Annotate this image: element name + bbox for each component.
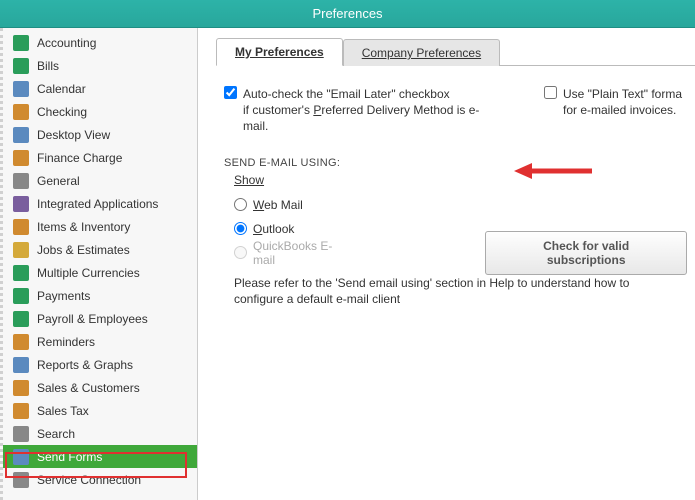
sidebar-item-icon bbox=[13, 35, 29, 51]
sidebar-item-sales-customers[interactable]: Sales & Customers bbox=[3, 376, 197, 399]
main-panel: My Preferences Company Preferences Auto-… bbox=[198, 28, 695, 500]
sidebar-item-label: General bbox=[37, 174, 191, 188]
sidebar-item-icon bbox=[13, 104, 29, 120]
radio-webmail[interactable]: Web Mail bbox=[234, 193, 687, 217]
sidebar-item-label: Payroll & Employees bbox=[37, 312, 191, 326]
sidebar-item-icon bbox=[13, 127, 29, 143]
sidebar-item-label: Calendar bbox=[37, 82, 191, 96]
sidebar-item-icon bbox=[13, 311, 29, 327]
auto-check-label: Auto-check the "Email Later" checkboxif … bbox=[243, 86, 484, 135]
sidebar-item-label: Reminders bbox=[37, 335, 191, 349]
send-email-group: Show Web Mail Outlook QuickBooks E-mail … bbox=[224, 173, 687, 309]
sidebar-item-multiple-currencies[interactable]: Multiple Currencies bbox=[3, 261, 197, 284]
sidebar-item-icon bbox=[13, 150, 29, 166]
sidebar-item-items-inventory[interactable]: Items & Inventory bbox=[3, 215, 197, 238]
sidebar-item-label: Bills bbox=[37, 59, 191, 73]
sidebar-item-search[interactable]: Search bbox=[3, 422, 197, 445]
radio-outlook-input[interactable] bbox=[234, 222, 247, 235]
sidebar-item-label: Jobs & Estimates bbox=[37, 243, 191, 257]
sidebar-item-icon bbox=[13, 265, 29, 281]
sidebar-item-label: Finance Charge bbox=[37, 151, 191, 165]
sidebar-item-label: Payments bbox=[37, 289, 191, 303]
sidebar-item-integrated-applications[interactable]: Integrated Applications bbox=[3, 192, 197, 215]
sidebar-item-label: Items & Inventory bbox=[37, 220, 191, 234]
radio-webmail-label: Web Mail bbox=[253, 198, 303, 212]
auto-check-checkbox[interactable] bbox=[224, 86, 237, 99]
sidebar-item-icon bbox=[13, 288, 29, 304]
sidebar-item-label: Accounting bbox=[37, 36, 191, 50]
sidebar-item-icon bbox=[13, 58, 29, 74]
sidebar-item-reports-graphs[interactable]: Reports & Graphs bbox=[3, 353, 197, 376]
sidebar-item-icon bbox=[13, 242, 29, 258]
radio-webmail-input[interactable] bbox=[234, 198, 247, 211]
sidebar-item-icon bbox=[13, 334, 29, 350]
radio-outlook-label: Outlook bbox=[253, 222, 294, 236]
panel-body: Auto-check the "Email Later" checkboxif … bbox=[216, 66, 695, 316]
sidebar-item-label: Desktop View bbox=[37, 128, 191, 142]
sidebar: Accounting Bills Calendar Checking Desktop V… bbox=[0, 28, 198, 500]
sidebar-item-icon bbox=[13, 426, 29, 442]
window-title: Preferences bbox=[0, 0, 695, 28]
help-text: Please refer to the 'Send email using' s… bbox=[234, 275, 654, 309]
sidebar-item-send-forms[interactable]: Send Forms bbox=[3, 445, 197, 468]
content-area: Accounting Bills Calendar Checking Desktop V… bbox=[0, 28, 695, 500]
sidebar-item-icon bbox=[13, 357, 29, 373]
check-subscriptions-button[interactable]: Check for valid subscriptions bbox=[485, 231, 687, 275]
sidebar-item-icon bbox=[13, 380, 29, 396]
sidebar-item-general[interactable]: General bbox=[3, 169, 197, 192]
plain-text-label: Use "Plain Text" formafor e-mailed invoi… bbox=[563, 86, 682, 118]
plain-text-checkbox[interactable] bbox=[544, 86, 557, 99]
sidebar-item-label: Sales & Customers bbox=[37, 381, 191, 395]
sidebar-item-label: Service Connection bbox=[37, 473, 191, 487]
sidebar-item-desktop-view[interactable]: Desktop View bbox=[3, 123, 197, 146]
sidebar-item-icon bbox=[13, 81, 29, 97]
tab-company-preferences[interactable]: Company Preferences bbox=[343, 39, 500, 66]
sidebar-item-label: Sales Tax bbox=[37, 404, 191, 418]
sidebar-item-icon bbox=[13, 449, 29, 465]
sidebar-item-payments[interactable]: Payments bbox=[3, 284, 197, 307]
sidebar-item-accounting[interactable]: Accounting bbox=[3, 31, 197, 54]
radio-quickbooks-email: QuickBooks E-mail Check for valid subscr… bbox=[234, 241, 687, 265]
tabs: My Preferences Company Preferences bbox=[216, 38, 695, 66]
sidebar-list[interactable]: Accounting Bills Calendar Checking Desktop V… bbox=[0, 28, 197, 500]
sidebar-item-service-connection[interactable]: Service Connection bbox=[3, 468, 197, 491]
sidebar-item-payroll-employees[interactable]: Payroll & Employees bbox=[3, 307, 197, 330]
sidebar-item-label: Reports & Graphs bbox=[37, 358, 191, 372]
send-email-using-label: SEND E-MAIL USING: bbox=[224, 157, 687, 169]
sidebar-item-label: Checking bbox=[37, 105, 191, 119]
radio-quickbooks-email-input bbox=[234, 246, 247, 259]
sidebar-item-checking[interactable]: Checking bbox=[3, 100, 197, 123]
sidebar-item-icon bbox=[13, 173, 29, 189]
sidebar-item-label: Multiple Currencies bbox=[37, 266, 191, 280]
tab-my-preferences[interactable]: My Preferences bbox=[216, 38, 343, 66]
sidebar-item-label: Integrated Applications bbox=[37, 197, 191, 211]
top-checkboxes: Auto-check the "Email Later" checkboxif … bbox=[224, 86, 687, 135]
sidebar-item-calendar[interactable]: Calendar bbox=[3, 77, 197, 100]
sidebar-item-jobs-estimates[interactable]: Jobs & Estimates bbox=[3, 238, 197, 261]
sidebar-item-reminders[interactable]: Reminders bbox=[3, 330, 197, 353]
sidebar-item-icon bbox=[13, 472, 29, 488]
sidebar-item-icon bbox=[13, 219, 29, 235]
radio-quickbooks-email-label: QuickBooks E-mail bbox=[253, 239, 349, 267]
sidebar-item-sales-tax[interactable]: Sales Tax bbox=[3, 399, 197, 422]
sidebar-item-icon bbox=[13, 403, 29, 419]
plain-text-option[interactable]: Use "Plain Text" formafor e-mailed invoi… bbox=[544, 86, 682, 118]
sidebar-item-finance-charge[interactable]: Finance Charge bbox=[3, 146, 197, 169]
sidebar-item-label: Send Forms bbox=[37, 450, 191, 464]
sidebar-item-bills[interactable]: Bills bbox=[3, 54, 197, 77]
sidebar-item-label: Search bbox=[37, 427, 191, 441]
sidebar-item-icon bbox=[13, 196, 29, 212]
auto-check-email-later[interactable]: Auto-check the "Email Later" checkboxif … bbox=[224, 86, 484, 135]
show-label: Show bbox=[234, 173, 687, 187]
